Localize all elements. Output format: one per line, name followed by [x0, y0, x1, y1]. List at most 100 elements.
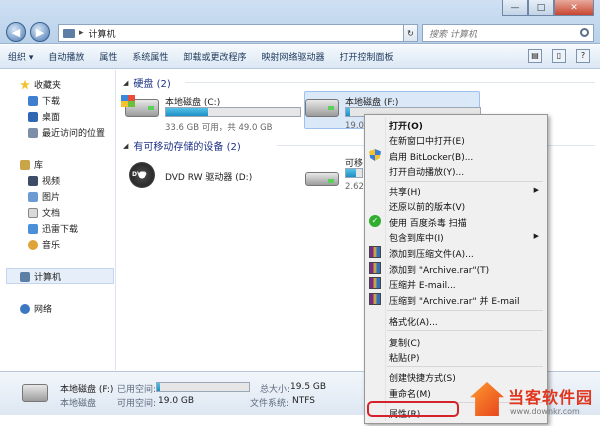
sidebar-item-downloads[interactable]: 下载	[28, 94, 60, 107]
menu-item-restore-versions[interactable]: 还原以前的版本(V)	[389, 200, 465, 213]
sidebar-item-desktop[interactable]: 桌面	[28, 110, 60, 123]
address-bar[interactable]: ▸ 计算机	[58, 24, 416, 42]
drive-free-space: 33.6 GB 可用，共 49.0 GB	[165, 123, 273, 133]
details-usage-bar	[156, 382, 250, 392]
menu-item-share[interactable]: 共享(H)	[389, 185, 421, 198]
toolbar-properties[interactable]: 属性	[99, 50, 117, 63]
maximize-button[interactable]: □	[528, 0, 554, 16]
pictures-icon	[28, 191, 38, 202]
hard-disk-icon	[22, 384, 48, 402]
help-icon[interactable]: ?	[576, 49, 590, 63]
preview-pane-icon[interactable]: ▯	[552, 49, 566, 63]
menu-item-compress-email[interactable]: 压缩并 E-mail...	[389, 278, 456, 291]
sidebar-item-network[interactable]: 网络	[20, 302, 52, 315]
sidebar-item-libraries[interactable]: 库	[20, 158, 43, 171]
group-title: 硬盘 (2)	[133, 79, 171, 90]
group-hard-disks[interactable]: ◢ 硬盘 (2)	[123, 75, 171, 91]
menu-item-baidu-scan[interactable]: 使用 百度杀毒 扫描	[389, 216, 467, 229]
menu-item-open[interactable]: 打开(O)	[389, 119, 423, 132]
forward-button[interactable]: ▶	[30, 22, 50, 42]
network-icon	[20, 303, 30, 314]
sidebar-item-favorites[interactable]: 收藏夹	[20, 78, 61, 91]
details-fs-label: 文件系统:	[250, 399, 290, 409]
winrar-icon	[369, 262, 381, 274]
bitlocker-shield-icon	[369, 149, 381, 161]
library-icon	[20, 159, 30, 170]
details-free-label: 可用空间:	[117, 399, 157, 409]
sidebar-item-thunder[interactable]: 迅雷下载	[28, 222, 78, 235]
menu-item-rename[interactable]: 重命名(M)	[389, 387, 431, 400]
menu-item-add-archive[interactable]: 添加到压缩文件(A)...	[389, 247, 474, 260]
toolbar-system-properties[interactable]: 系统属性	[132, 50, 168, 63]
menu-separator	[387, 310, 543, 311]
breadcrumb-separator-icon: ▸	[79, 28, 84, 38]
collapse-arrow-icon: ◢	[123, 141, 129, 150]
menu-item-open-new-window[interactable]: 在新窗口中打开(E)	[389, 134, 465, 147]
desktop-icon	[28, 111, 38, 122]
winrar-icon	[369, 293, 381, 305]
menu-item-format[interactable]: 格式化(A)...	[389, 315, 438, 328]
breadcrumb-computer[interactable]: 计算机	[89, 27, 116, 40]
menu-item-bitlocker[interactable]: 启用 BitLocker(B)...	[389, 150, 473, 163]
menu-item-include-library[interactable]: 包含到库中(I)	[389, 231, 444, 244]
group-title: 有可移动存储的设备 (2)	[133, 142, 241, 153]
sidebar-label: 图片	[42, 193, 61, 203]
menu-item-copy[interactable]: 复制(C)	[389, 336, 420, 349]
menu-item-add-archive-rar[interactable]: 添加到 "Archive.rar"(T)	[389, 263, 489, 276]
drive-usage-bar	[165, 107, 301, 117]
menu-item-autoplay[interactable]: 打开自动播放(Y)...	[389, 165, 464, 178]
toolbar-control-panel[interactable]: 打开控制面板	[339, 50, 393, 63]
thunder-download-icon	[28, 223, 38, 234]
house-logo-icon	[470, 382, 504, 416]
toolbar-uninstall[interactable]: 卸载或更改程序	[183, 50, 246, 63]
refresh-button[interactable]: ↻	[403, 24, 418, 42]
details-total-value: 19.5 GB	[290, 382, 327, 392]
details-drive-name: 本地磁盘 (F:)	[60, 385, 114, 395]
minimize-button[interactable]: —	[502, 0, 528, 16]
toolbar-autoplay[interactable]: 自动播放	[48, 50, 84, 63]
search-placeholder: 搜索 计算机	[429, 29, 477, 40]
sidebar-label: 视频	[42, 177, 61, 187]
toolbar-organize[interactable]: 组织 ▾	[8, 50, 33, 63]
sidebar-label: 文档	[42, 209, 61, 219]
sidebar-label: 收藏夹	[34, 81, 62, 91]
window-controls: — □ ✕	[502, 0, 594, 16]
sidebar-label: 库	[34, 161, 44, 171]
back-button[interactable]: ◀	[6, 22, 26, 42]
close-button[interactable]: ✕	[554, 0, 594, 16]
details-drive-type: 本地磁盘	[60, 399, 97, 409]
sidebar-item-recent[interactable]: 最近访问的位置	[28, 126, 105, 139]
details-free-value: 19.0 GB	[158, 396, 195, 406]
drive-c[interactable]: 本地磁盘 (C:) 33.6 GB 可用，共 49.0 GB	[117, 95, 302, 133]
submenu-arrow-icon: ▶	[533, 186, 539, 194]
drive-removable[interactable]: 可移 2.62	[297, 156, 367, 192]
video-icon	[28, 175, 38, 186]
menu-item-compress-rar-email[interactable]: 压缩到 "Archive.rar" 并 E-mail	[389, 294, 520, 307]
navigation-pane: 收藏夹 下载 桌面 最近访问的位置 库 视频 图片 文档 迅雷下载 音乐 计算机	[0, 70, 116, 370]
hard-disk-icon	[305, 99, 339, 117]
sidebar-item-pictures[interactable]: 图片	[28, 190, 60, 203]
sidebar-item-computer[interactable]: 计算机	[20, 270, 61, 283]
toolbar-map-drive[interactable]: 映射网络驱动器	[261, 50, 324, 63]
sidebar-label: 桌面	[42, 113, 61, 123]
menu-separator	[387, 330, 543, 331]
search-input[interactable]: 搜索 计算机	[422, 24, 594, 42]
group-removable[interactable]: ◢ 有可移动存储的设备 (2)	[123, 138, 241, 154]
drive-dvd[interactable]: DVD DVD RW 驱动器 (D:)	[117, 162, 297, 198]
download-folder-icon	[28, 95, 38, 106]
windows-logo-icon	[121, 95, 135, 107]
sidebar-label: 计算机	[34, 273, 62, 283]
drive-name: DVD RW 驱动器 (D:)	[165, 173, 253, 183]
sidebar-item-documents[interactable]: 文档	[28, 206, 60, 219]
star-icon	[20, 79, 30, 90]
sidebar-item-videos[interactable]: 视频	[28, 174, 60, 187]
menu-item-paste[interactable]: 粘贴(P)	[389, 351, 419, 364]
computer-icon	[20, 271, 30, 282]
computer-icon	[63, 28, 75, 38]
view-options-icon[interactable]: ▤	[528, 49, 542, 63]
menu-separator	[387, 366, 543, 367]
submenu-arrow-icon: ▶	[533, 232, 539, 240]
group-divider	[185, 82, 595, 83]
menu-item-create-shortcut[interactable]: 创建快捷方式(S)	[389, 371, 456, 384]
sidebar-item-music[interactable]: 音乐	[28, 238, 60, 251]
